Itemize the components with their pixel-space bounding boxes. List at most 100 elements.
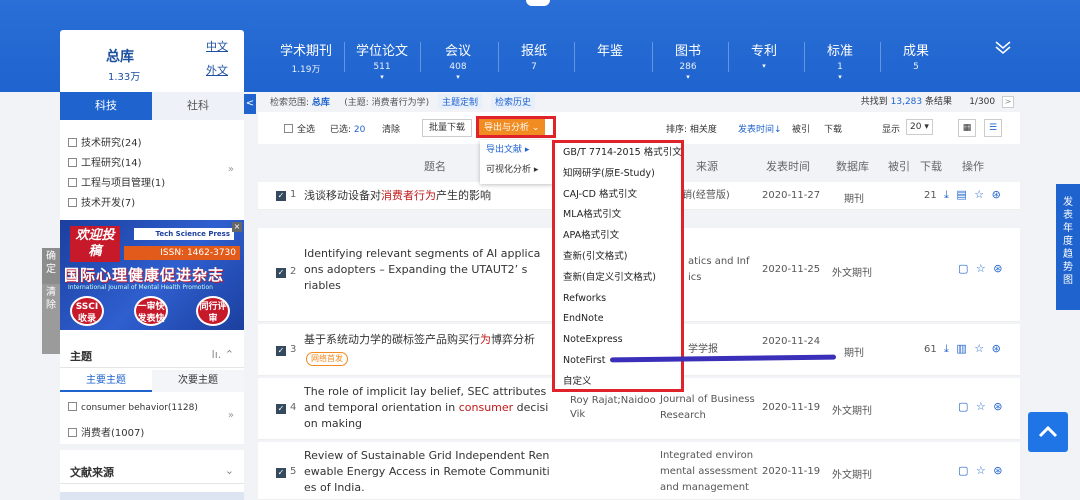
clear-filter-button[interactable]: 清除 <box>42 284 60 354</box>
chinese-link[interactable]: 中文 <box>206 38 228 54</box>
row-title[interactable]: 基于系统动力学的碳标签产品购买行为博弈分析 <box>304 332 535 348</box>
nav-journals[interactable]: 学术期刊 1.19万 <box>278 40 334 75</box>
batch-download-button[interactable]: 批量下载 <box>422 119 473 137</box>
nav-divider <box>728 42 729 72</box>
nav-dissertations[interactable]: 学位论文 511 ▾ <box>352 40 412 81</box>
nav-newspapers[interactable]: 报纸 7 <box>512 40 556 72</box>
filter-item[interactable]: 技术开发(7) <box>68 194 135 209</box>
row-actions[interactable]: ▢ ☆ ⊛ <box>958 262 1004 275</box>
page-indicator: 1/300 <box>969 97 996 107</box>
row-actions[interactable]: ⤓ ▥ ☆ ⊛ <box>944 342 1003 356</box>
next-page-button[interactable]: > <box>1002 96 1014 108</box>
tab-science[interactable]: 科技 <box>60 92 152 120</box>
search-scope: 检索范围: 总库 (主题: 消费者行为学) 主题定制 检索历史 <box>270 94 535 109</box>
row-checkbox[interactable]: ✓ <box>276 191 286 201</box>
filter-item[interactable]: 工程与项目管理(1) <box>68 174 165 189</box>
row-actions[interactable]: ▢ ☆ ⊛ <box>958 400 1004 413</box>
checkbox[interactable] <box>68 198 77 207</box>
nav-yearbooks[interactable]: 年鉴 <box>588 40 632 62</box>
menu-item-estudy[interactable]: 知网研学(原E-Study) <box>555 164 681 185</box>
menu-item-endnote[interactable]: EndNote <box>555 309 681 330</box>
filter-item[interactable]: 消费者(1007) <box>68 424 144 439</box>
tab-main-topic[interactable]: 主要主题 <box>60 370 152 392</box>
nav-divider <box>498 42 499 72</box>
bar-chart-icon[interactable]: lı. ⌃ <box>212 348 234 361</box>
menu-item-visual-analysis[interactable]: 可视化分析 ▸ <box>480 160 554 180</box>
grid-view-icon[interactable]: ▦ <box>958 119 976 137</box>
foreign-link[interactable]: 外文 <box>206 62 228 78</box>
row-title[interactable]: Identifying relevant segments of AI appl… <box>304 246 540 294</box>
checkbox[interactable] <box>68 158 77 167</box>
menu-item-custom[interactable]: 自定义 <box>555 372 681 393</box>
row-checkbox[interactable]: ✓ <box>276 346 286 356</box>
menu-item-novelty-custom[interactable]: 查新(自定义引文格式) <box>555 268 681 289</box>
tab-social-science[interactable]: 社科 <box>152 92 244 120</box>
menu-item-apa[interactable]: APA格式引文 <box>555 226 681 247</box>
search-history-button[interactable]: 检索历史 <box>490 94 535 109</box>
row-title[interactable]: The role of implicit lay belief, SEC att… <box>304 384 548 432</box>
checkbox[interactable] <box>68 428 77 437</box>
tab-secondary-topic[interactable]: 次要主题 <box>152 370 244 392</box>
expand-arrows-icon[interactable]: » <box>228 410 234 421</box>
select-all-checkbox[interactable]: 全选 <box>284 122 315 135</box>
result-count: 共找到 13,283 条结果 1/300 > <box>861 94 1014 108</box>
collapse-sidebar-button[interactable]: < <box>244 94 256 114</box>
menu-item-cajcd[interactable]: CAJ-CD 格式引文 <box>555 185 681 206</box>
annual-trend-button[interactable]: 发表年度趋势图 <box>1056 184 1080 310</box>
database-name: 总库 <box>106 49 134 65</box>
sort-by-downloads[interactable]: 下载 <box>824 122 842 135</box>
nav-standards[interactable]: 标准 1 ▾ <box>818 40 862 81</box>
expand-arrows-icon[interactable]: » <box>228 164 234 175</box>
list-view-icon[interactable]: ☰ <box>984 119 1002 137</box>
nav-patents[interactable]: 专利 ▾ <box>742 40 786 70</box>
topic-customize-button[interactable]: 主题定制 <box>438 94 483 109</box>
filter-item[interactable]: 技术研究(24) <box>68 134 142 149</box>
filter-item[interactable]: 工程研究(14) <box>68 154 142 169</box>
menu-item-mla[interactable]: MLA格式引文 <box>555 205 681 226</box>
checkbox[interactable] <box>68 178 77 187</box>
nav-divider <box>420 42 421 72</box>
menu-item-noteexpress[interactable]: NoteExpress <box>555 330 681 351</box>
export-highlight-box <box>476 116 556 138</box>
table-row[interactable]: ✓ 5 Review of Sustainable Grid Independe… <box>258 442 1020 500</box>
checkbox[interactable] <box>68 138 77 147</box>
sort-by-date[interactable]: 发表时间↓ <box>738 122 782 135</box>
row-title[interactable]: 浅谈移动设备对消费者行为产生的影响 <box>304 188 491 204</box>
row-source[interactable]: Integrated environ mental assessment and m… <box>660 448 758 496</box>
nav-books[interactable]: 图书 286 ▾ <box>666 40 710 81</box>
nav-divider <box>652 42 653 72</box>
chevron-down-icon[interactable]: ⌄ <box>225 464 234 477</box>
menu-item-refworks[interactable]: Refworks <box>555 289 681 310</box>
row-actions[interactable]: ▢ ☆ ⊛ <box>958 464 1004 477</box>
row-checkbox[interactable]: ✓ <box>276 404 286 414</box>
row-checkbox[interactable]: ✓ <box>276 468 286 478</box>
row-actions[interactable]: ⤓ ▤ ☆ ⊛ <box>944 188 1003 202</box>
menu-item-gbt7714[interactable]: GB/T 7714-2015 格式引文 <box>555 143 682 164</box>
checkbox[interactable] <box>68 402 77 411</box>
sort-by-citation[interactable]: 被引 <box>792 122 810 135</box>
menu-item-export-docs[interactable]: 导出文献 ▸ <box>480 140 554 160</box>
row-checkbox[interactable]: ✓ <box>276 268 286 278</box>
topic-subtabs: 主要主题 次要主题 <box>60 370 244 392</box>
row-source[interactable]: Journal of Business Research <box>660 392 755 424</box>
nav-conferences[interactable]: 会议 408 ▾ <box>436 40 480 81</box>
row-authors[interactable]: Roy Rajat;Naidoo Vik <box>570 394 656 422</box>
clear-button[interactable]: 清除 <box>382 122 400 135</box>
nav-divider <box>574 42 575 72</box>
menu-item-novelty-citation[interactable]: 查新(引文格式) <box>555 247 681 268</box>
nav-achievements[interactable]: 成果 5 <box>894 40 938 72</box>
journal-ad-banner[interactable]: 欢迎投稿 Tech Science Press ISSN: 1462-3730 … <box>60 220 244 330</box>
selected-count: 已选: 20 <box>330 125 366 135</box>
database-count: 1.33万 <box>108 72 141 83</box>
page-size-select[interactable]: 20 ▾ <box>906 119 933 135</box>
next-section <box>60 492 244 500</box>
filter-item[interactable]: consumer behavior(1128) <box>68 402 198 413</box>
chevron-down-icon[interactable] <box>994 38 1012 56</box>
close-icon[interactable]: × <box>232 222 242 232</box>
database-card-all[interactable]: 总库 1.33万 中文 外文 <box>60 30 244 92</box>
ad-badge: SSCI收录 <box>70 296 104 326</box>
row-title[interactable]: Review of Sustainable Grid Independent R… <box>304 448 550 496</box>
source-section-header[interactable]: 文献来源 ⌄ <box>60 456 244 484</box>
back-to-top-button[interactable] <box>1028 412 1068 452</box>
topic-section-header[interactable]: 主题 lı. ⌃ <box>60 340 244 368</box>
